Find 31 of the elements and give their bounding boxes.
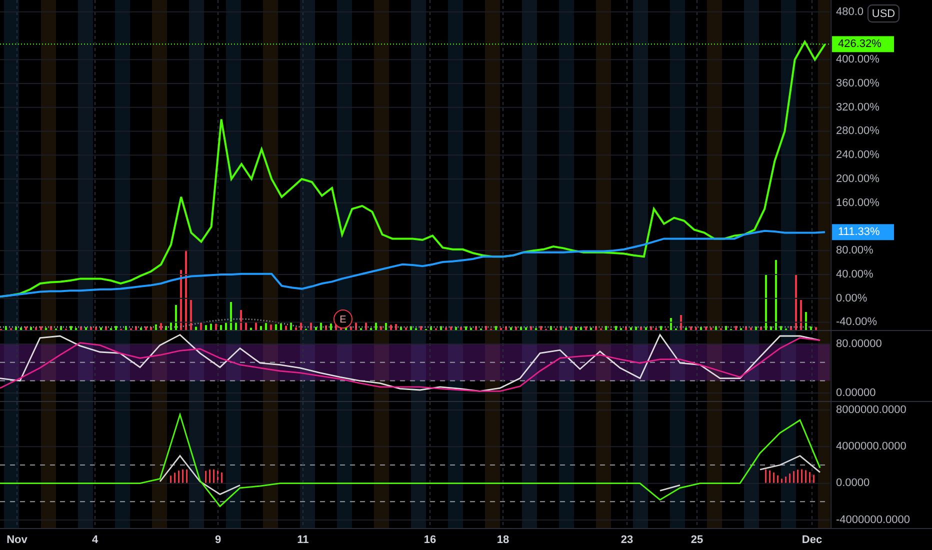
axis-label: 480.0 — [836, 6, 864, 18]
currency-button[interactable]: USD — [868, 4, 900, 22]
axis-label: 280.00% — [836, 125, 880, 138]
axis-label: 4 — [92, 534, 98, 546]
axis-label: 11 — [297, 534, 309, 546]
axis-label: 360.00% — [836, 77, 880, 90]
axis-label: 40.00% — [836, 268, 874, 280]
axis-label: 200.00% — [836, 172, 880, 185]
axis-label: 240.00% — [836, 149, 880, 162]
axis-label: 80.00% — [836, 244, 874, 257]
price-label: 111.33% — [832, 224, 894, 240]
earnings-marker[interactable]: E — [334, 310, 352, 328]
price-label: 426.32% — [832, 36, 894, 52]
axis-label: 0.00% — [836, 292, 868, 304]
axis-label: 18 — [496, 534, 510, 546]
axis-label: 80.00000 — [836, 338, 882, 350]
axis-label: 8000000.0000 — [836, 404, 906, 416]
axis-label: 25 — [690, 534, 704, 546]
axis-label: 9 — [214, 534, 222, 546]
axis-label: Nov — [6, 534, 28, 546]
axis-label: 0.0000 — [836, 477, 870, 490]
axis-label: 400.00% — [836, 54, 880, 66]
axis-label: 23 — [620, 534, 634, 546]
axis-label: -40.00% — [836, 316, 877, 328]
axis-label: Dec — [802, 534, 822, 546]
axis-label: 4000000.0000 — [836, 440, 906, 453]
axis-label: -4000000.0000 — [836, 514, 910, 526]
axis-label: 320.00% — [836, 101, 880, 114]
axis-label: 0.00000 — [836, 386, 876, 399]
axis-label: 16 — [424, 534, 436, 546]
axis-label: 160.00% — [836, 196, 880, 209]
